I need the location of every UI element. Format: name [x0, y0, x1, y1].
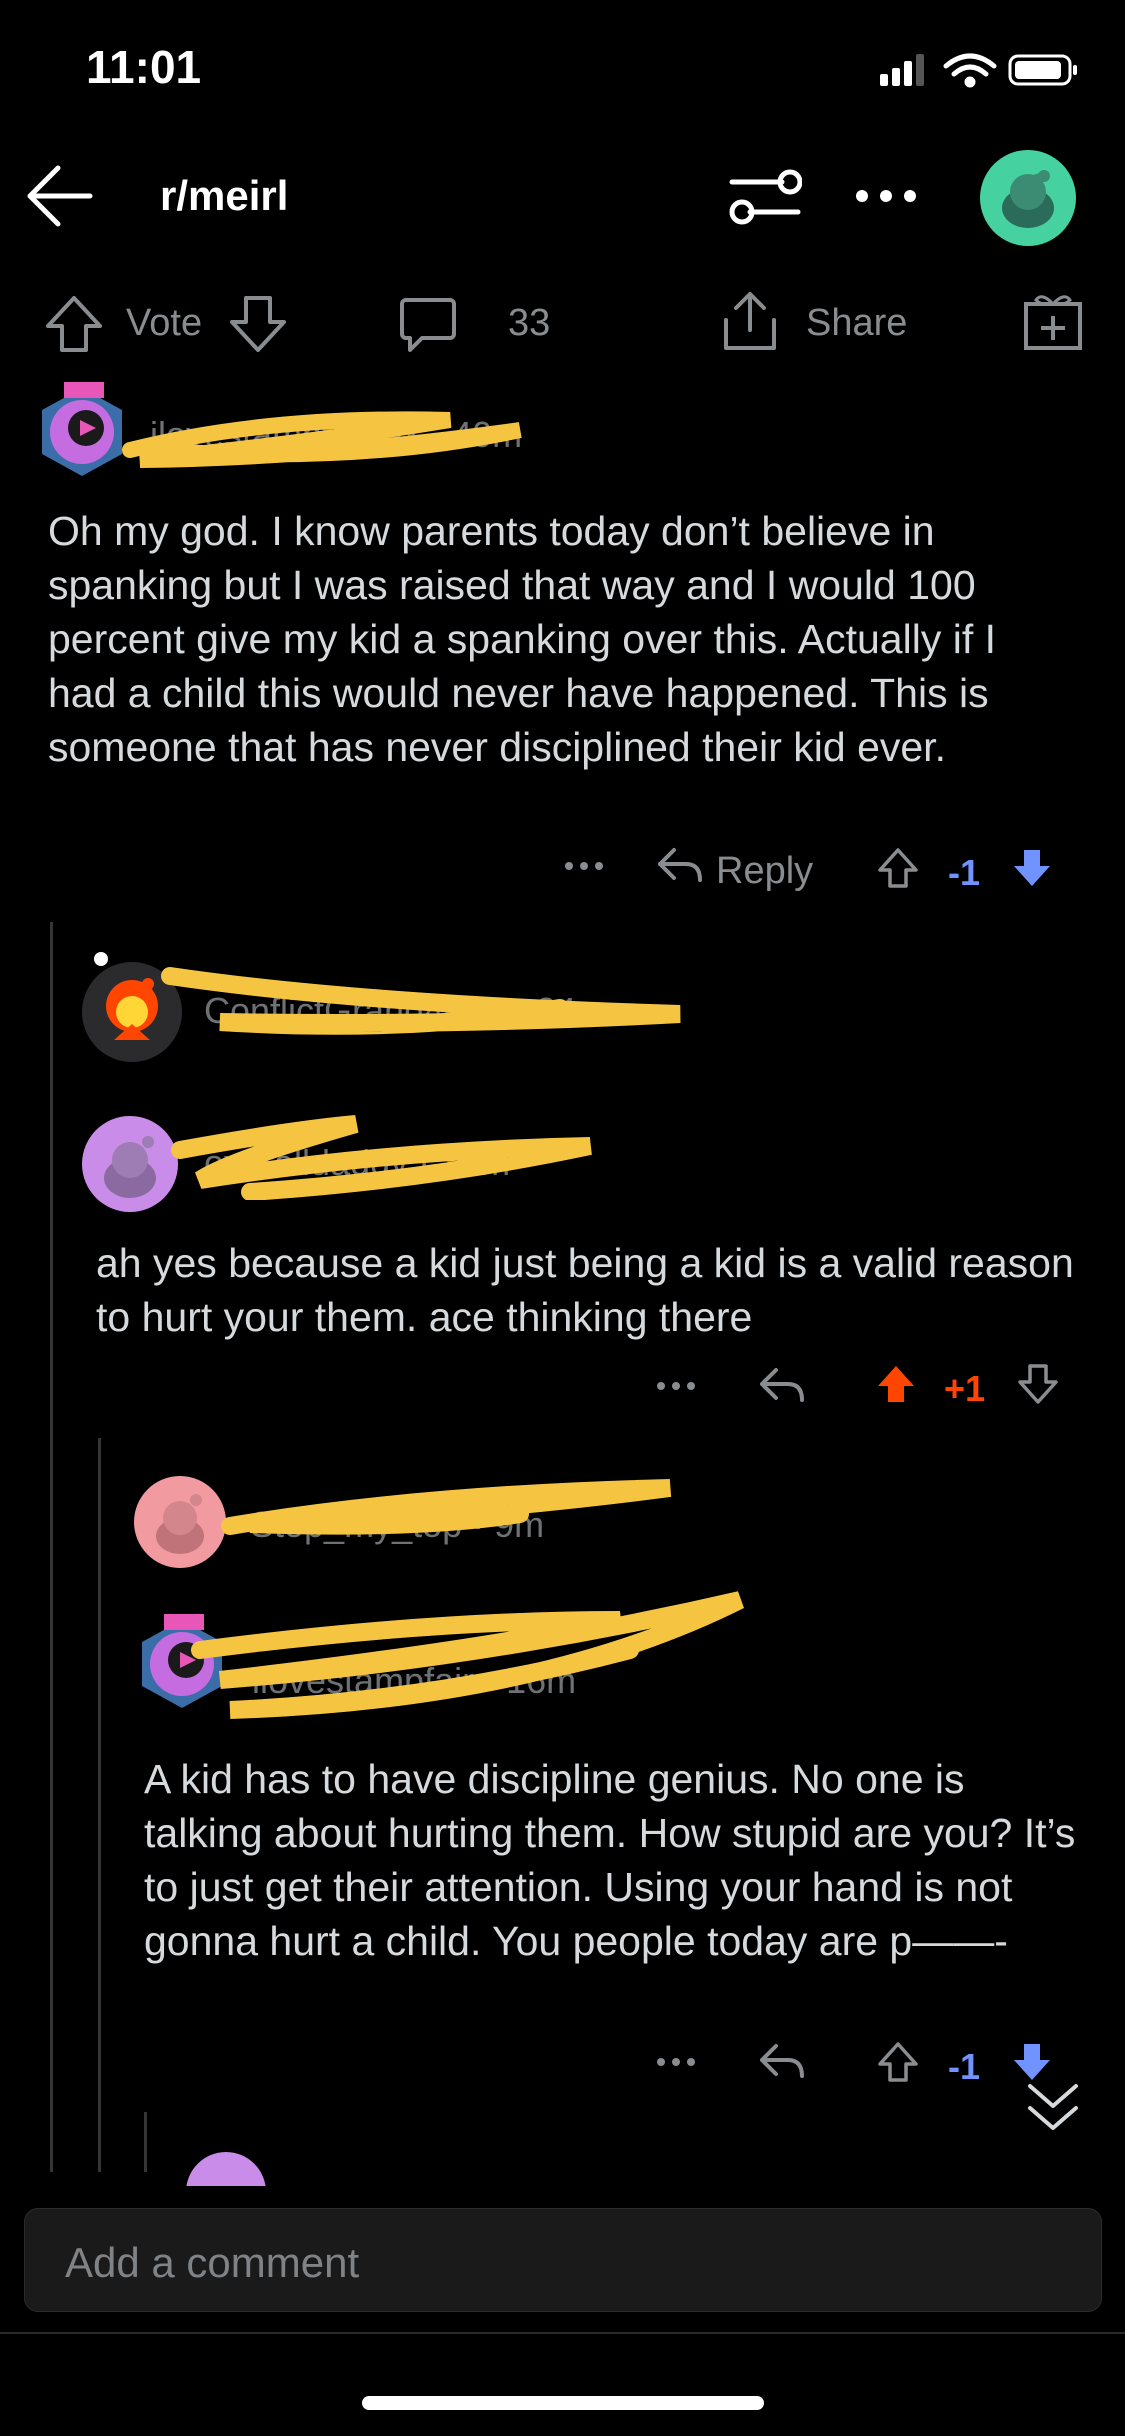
reply-arrow-icon[interactable]	[758, 1366, 806, 1406]
comment-more-icon[interactable]	[656, 2056, 696, 2068]
comment-score-1: -1	[948, 852, 981, 893]
comment-score-3: +1	[944, 1368, 986, 1409]
comment-more-icon[interactable]	[656, 1380, 696, 1392]
next-comment-chevron-icon[interactable]	[1024, 2078, 1082, 2138]
upvote-arrow-icon[interactable]	[44, 294, 104, 354]
commenter-avatar-1[interactable]	[34, 382, 130, 482]
comment-body-3: ah yes because a kid just being a kid is…	[96, 1240, 1074, 1340]
comment-downvote-active-icon[interactable]	[1010, 846, 1054, 890]
add-comment-field[interactable]: Add a comment	[24, 2208, 1102, 2312]
comment-downvote-icon[interactable]	[1016, 1362, 1060, 1406]
share-icon[interactable]	[720, 290, 780, 354]
share-label[interactable]: Share	[806, 302, 907, 345]
reply-arrow-icon[interactable]	[656, 846, 704, 886]
comment-upvote-icon[interactable]	[876, 2040, 920, 2084]
sort-options-icon[interactable]	[728, 166, 802, 228]
status-icons	[880, 53, 1077, 88]
home-indicator	[362, 2396, 764, 2410]
award-gift-icon[interactable]	[1022, 290, 1084, 354]
reply-button[interactable]: Reply	[716, 850, 813, 893]
commenter-avatar-5[interactable]	[134, 1614, 230, 1714]
thread-line	[50, 922, 53, 2172]
comment-meta-1: ilovestampfairtex · 40m	[150, 414, 523, 455]
subreddit-title[interactable]: r/meirl	[160, 172, 288, 220]
add-comment-placeholder: Add a comment	[65, 2239, 360, 2286]
online-indicator	[94, 952, 108, 966]
comments-count: 33	[508, 302, 551, 344]
downvote-arrow-icon[interactable]	[228, 294, 288, 354]
comment-upvote-icon[interactable]	[876, 846, 920, 890]
battery-icon	[1008, 54, 1077, 86]
thread-line	[144, 2112, 147, 2172]
thread-line	[98, 1438, 101, 2172]
comment-meta-5: ilovestampfair · 16m	[252, 1660, 577, 1701]
user-avatar[interactable]	[978, 148, 1078, 248]
comment-bubble-icon[interactable]	[398, 294, 458, 354]
comment-body-1: Oh my god. I know parents today don’t be…	[48, 508, 997, 770]
vote-label: Vote	[126, 302, 203, 344]
comment-meta-4: Stop_my_top · 9m	[250, 1504, 545, 1545]
reply-arrow-icon[interactable]	[758, 2042, 806, 2082]
commenter-avatar-3[interactable]	[80, 1114, 180, 1214]
wifi-icon	[943, 53, 997, 88]
comment-body-5: A kid has to have discipline genius. No …	[144, 1756, 1076, 1964]
back-arrow-icon[interactable]	[24, 160, 96, 232]
comment-score-5: -1	[948, 2046, 981, 2087]
comment-meta-2: ConflictGrand4078 · 34m	[204, 990, 607, 1031]
divider	[0, 2332, 1125, 2334]
commenter-avatar-4[interactable]	[132, 1474, 228, 1570]
signal-icon	[880, 54, 924, 86]
commenter-avatar-2[interactable]	[80, 960, 184, 1064]
comment-upvote-active-icon[interactable]	[874, 1362, 918, 1406]
comment-more-icon[interactable]	[564, 860, 604, 872]
comment-meta-3: overalldaddy · 30m	[204, 1142, 511, 1183]
more-options-icon[interactable]	[854, 186, 918, 206]
status-time: 11:01	[86, 41, 202, 93]
